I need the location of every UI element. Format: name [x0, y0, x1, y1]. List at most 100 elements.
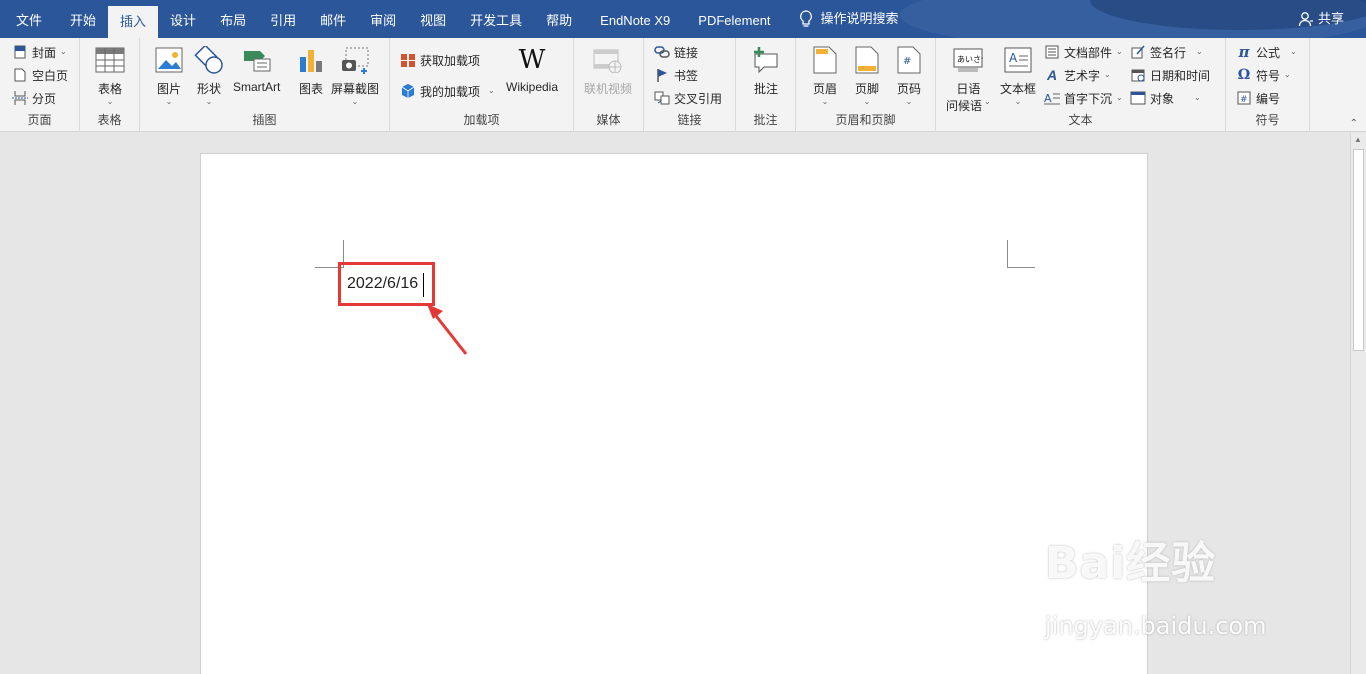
- numbering-button[interactable]: # 编号: [1236, 88, 1280, 108]
- wordart-icon: A: [1046, 67, 1058, 83]
- smartart-icon: [242, 44, 272, 76]
- tab-developer[interactable]: 开发工具: [458, 0, 534, 38]
- tab-design[interactable]: 设计: [158, 0, 208, 38]
- screenshot-button[interactable]: 屏幕截图 ⌄: [331, 44, 379, 107]
- picture-icon: [154, 44, 184, 76]
- blank-page-button[interactable]: 空白页: [12, 65, 68, 85]
- wordart-button[interactable]: A 艺术字 ⌄: [1044, 65, 1111, 85]
- group-text-label: 文本: [1068, 113, 1093, 127]
- chart-label: 图表: [298, 82, 323, 96]
- tab-mailings[interactable]: 邮件: [308, 0, 358, 38]
- online-video-button[interactable]: 联机视频: [584, 44, 632, 97]
- group-pages-label: 页面: [27, 113, 52, 127]
- scroll-up-icon[interactable]: ▲: [1354, 135, 1362, 144]
- drop-cap-icon: A: [1044, 90, 1060, 106]
- chevron-down-icon: ⌄: [106, 97, 114, 106]
- drop-cap-button[interactable]: A 首字下沉 ⌄: [1044, 88, 1123, 108]
- link-label: 链接: [674, 45, 699, 60]
- store-icon: [400, 52, 416, 68]
- crop-mark-top-right: [1007, 267, 1035, 268]
- smartart-label: SmartArt: [233, 80, 281, 94]
- bookmark-button[interactable]: 书签: [654, 65, 698, 85]
- object-button[interactable]: 对象 ⌄: [1130, 88, 1201, 108]
- chevron-down-icon: ⌄: [1196, 47, 1203, 56]
- chevron-down-icon: ⌄: [821, 97, 829, 106]
- tab-help[interactable]: 帮助: [534, 0, 584, 38]
- page-break-label: 分页: [32, 91, 57, 106]
- online-video-label: 联机视频: [584, 82, 633, 96]
- tab-layout[interactable]: 布局: [208, 0, 258, 38]
- svg-text:#: #: [903, 56, 911, 67]
- pi-icon: π: [1238, 43, 1250, 61]
- group-addins: 获取加载项 我的加载项 ⌄ W Wikipedia 加载项: [390, 38, 574, 132]
- inserted-date-text[interactable]: 2022/6/16: [347, 275, 418, 293]
- my-addins-label: 我的加载项: [420, 84, 481, 99]
- wikipedia-button[interactable]: W Wikipedia: [506, 44, 558, 94]
- footer-button[interactable]: 页脚 ⌄: [852, 44, 882, 107]
- tab-endnote[interactable]: EndNote X9: [584, 0, 686, 38]
- tab-review[interactable]: 审阅: [358, 0, 408, 38]
- date-time-button[interactable]: 日期和时间: [1130, 65, 1210, 85]
- quick-parts-label: 文档部件: [1064, 45, 1113, 60]
- quick-parts-button[interactable]: 文档部件 ⌄: [1044, 42, 1123, 62]
- greeting-icon: あいさつ: [953, 44, 983, 76]
- footer-label: 页脚: [854, 82, 879, 96]
- smartart-button[interactable]: SmartArt: [233, 44, 280, 94]
- signature-line-label: 签名行: [1150, 45, 1187, 60]
- signature-icon: [1130, 44, 1146, 60]
- my-addins-button[interactable]: 我的加载项 ⌄: [400, 81, 495, 101]
- cover-page-button[interactable]: 封面 ⌄: [12, 42, 67, 62]
- page-number-button[interactable]: # 页码 ⌄: [894, 44, 924, 107]
- tab-insert[interactable]: 插入: [108, 0, 159, 38]
- new-comment-button[interactable]: 批注: [751, 44, 781, 97]
- cover-page-label: 封面: [32, 45, 57, 60]
- vertical-scrollbar[interactable]: ▲: [1350, 133, 1366, 674]
- tab-file[interactable]: 文件: [0, 0, 58, 38]
- equation-button[interactable]: π 公式 ⌄: [1236, 42, 1297, 62]
- header-icon: [810, 44, 840, 76]
- pictures-button[interactable]: 图片 ⌄: [154, 44, 184, 107]
- watermark-main-text: Bai经验: [1045, 538, 1217, 589]
- link-button[interactable]: 链接: [654, 42, 698, 62]
- scrollbar-thumb[interactable]: [1353, 149, 1364, 351]
- group-links: 链接 书签 交叉引用 链接: [644, 38, 736, 132]
- table-button[interactable]: 表格 ⌄: [95, 44, 125, 107]
- baidu-watermark: Bai经验 jingyan.baidu.com: [1045, 527, 1266, 640]
- tell-me-label: 操作说明搜索: [820, 11, 899, 26]
- signature-line-button[interactable]: 签名行 ⌄: [1130, 42, 1203, 62]
- group-tables-label: 表格: [97, 113, 122, 127]
- collapse-ribbon-icon[interactable]: ⌃: [1350, 118, 1358, 129]
- tell-me-search[interactable]: 操作说明搜索: [783, 0, 911, 38]
- flag-icon: [654, 67, 670, 83]
- textbox-button[interactable]: A 文本框 ⌄: [1000, 44, 1036, 107]
- cross-reference-button[interactable]: 交叉引用: [654, 88, 722, 108]
- get-addins-button[interactable]: 获取加载项: [400, 50, 480, 70]
- share-button[interactable]: 共享: [1298, 0, 1344, 38]
- tab-view[interactable]: 视图: [408, 0, 458, 38]
- screenshot-icon: [340, 44, 370, 76]
- cross-reference-label: 交叉引用: [674, 91, 723, 106]
- date-highlight-box: 2022/6/16: [338, 262, 435, 306]
- wordart-label: 艺术字: [1064, 68, 1101, 83]
- object-icon: [1130, 90, 1146, 106]
- chart-button[interactable]: 图表: [296, 44, 326, 97]
- blank-page-label: 空白页: [32, 68, 69, 83]
- symbol-button[interactable]: Ω 符号 ⌄: [1236, 65, 1291, 85]
- document-area: 2022/6/16: [0, 133, 1350, 674]
- blank-page-icon: [12, 67, 28, 83]
- page-break-button[interactable]: 分页: [12, 88, 56, 108]
- tab-references[interactable]: 引用: [258, 0, 308, 38]
- ribbon-tab-bar: 文件 开始 插入 设计 布局 引用 邮件 审阅 视图 开发工具 帮助 EndNo…: [0, 0, 1366, 38]
- tab-home[interactable]: 开始: [58, 0, 108, 38]
- header-button[interactable]: 页眉 ⌄: [810, 44, 840, 107]
- shapes-button[interactable]: 形状 ⌄: [194, 44, 224, 107]
- omega-icon: Ω: [1237, 67, 1251, 83]
- header-label: 页眉: [812, 82, 837, 96]
- document-page[interactable]: 2022/6/16: [200, 153, 1148, 674]
- lightbulb-icon: [799, 10, 812, 27]
- japanese-greeting-button[interactable]: あいさつ 日语 问候语⌄: [946, 44, 991, 114]
- tab-pdfelement[interactable]: PDFelement: [686, 0, 782, 38]
- numbering-label: 编号: [1256, 91, 1281, 106]
- shapes-label: 形状: [196, 82, 221, 96]
- textbox-icon: A: [1003, 44, 1033, 76]
